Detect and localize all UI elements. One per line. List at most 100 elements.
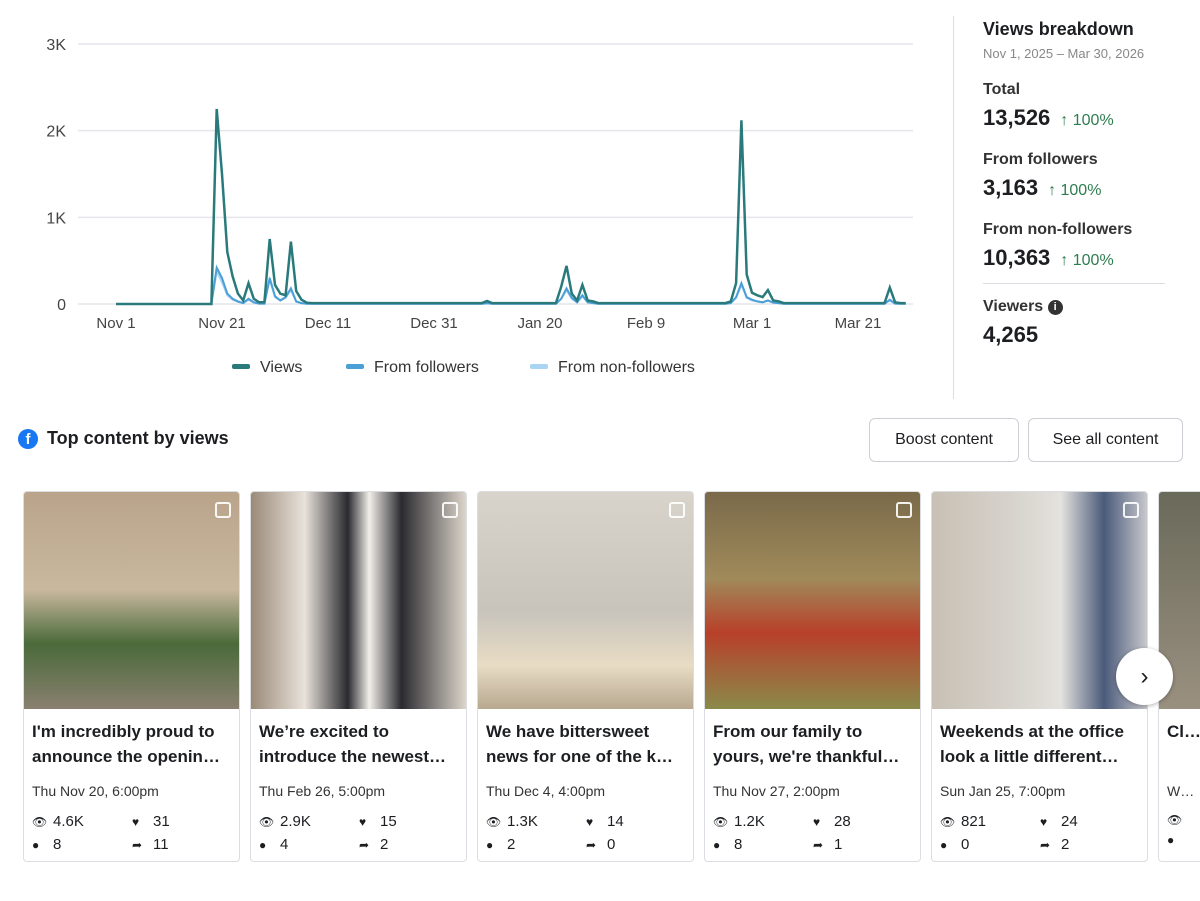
comments-count: 0 (961, 836, 970, 853)
heart-icon: ♥ (813, 814, 821, 829)
y-tick-label: 3K (46, 37, 66, 54)
share-icon: ➦ (586, 837, 597, 852)
multi-photo-icon (215, 502, 231, 518)
eye-icon: 👁 (940, 814, 956, 829)
post-date: Thu Dec 4, 4:00pm (486, 783, 606, 799)
divider (983, 283, 1165, 284)
y-tick-label: 2K (46, 124, 66, 141)
post-date: W… (1167, 783, 1195, 799)
views-count: 821 (961, 813, 987, 830)
comment-icon: ● (486, 837, 494, 852)
top-content-title: Top content by views (47, 428, 229, 448)
content-carousel: I'm incredibly proud to announce the ope… (23, 491, 1200, 863)
views-count: 1.2K (734, 813, 765, 830)
share-icon: ➦ (1040, 837, 1051, 852)
multi-photo-icon (896, 502, 912, 518)
content-card[interactable]: I'm incredibly proud to announce the ope… (23, 491, 240, 862)
post-thumbnail[interactable] (478, 492, 693, 709)
comments-count: 4 (280, 836, 289, 853)
x-tick-label: Jan 20 (517, 315, 562, 332)
heart-icon: ♥ (586, 814, 594, 829)
views-breakdown-panel: Views breakdown Nov 1, 2025 – Mar 30, 20… (953, 16, 1165, 399)
comment-icon: ● (32, 837, 40, 852)
total-label: Total (983, 81, 1021, 98)
reactions-count: 28 (834, 813, 851, 830)
legend-label[interactable]: Views (260, 359, 302, 376)
eye-icon: 👁 (713, 814, 729, 829)
views-count: 4.6K (53, 813, 84, 830)
content-card[interactable]: From our family to yours, we're thankful… (704, 491, 921, 862)
x-tick-label: Feb 9 (627, 315, 665, 332)
legend-label[interactable]: From non-followers (558, 359, 695, 376)
shares-count: 0 (607, 836, 616, 853)
content-card[interactable]: We have bittersweet news for one of the … (477, 491, 694, 862)
heart-icon: ♥ (1040, 814, 1048, 829)
legend-swatch (232, 364, 250, 369)
info-icon[interactable]: i (1047, 300, 1063, 315)
comment-icon: ● (713, 837, 721, 852)
share-icon: ➦ (132, 837, 143, 852)
comment-icon: ● (259, 837, 267, 852)
post-title: We’re excited to introduce the newest… (259, 722, 447, 766)
x-tick-label: Mar 21 (835, 315, 882, 332)
post-thumbnail[interactable] (932, 492, 1147, 709)
facebook-icon: f (18, 428, 38, 449)
nonfollowers-value: 10,363 (983, 245, 1051, 270)
total-change: ↑ 100% (1060, 112, 1114, 129)
see-all-content-button[interactable]: See all content (1028, 418, 1183, 462)
post-date: Thu Feb 26, 5:00pm (259, 783, 386, 799)
legend-swatch (530, 364, 548, 369)
y-tick-label: 0 (57, 297, 66, 314)
nonfollowers-label: From non-followers (983, 221, 1133, 238)
post-title: From our family to yours, we're thankful… (713, 722, 900, 766)
chevron-right-icon[interactable]: › (1116, 648, 1173, 705)
post-thumbnail[interactable] (705, 492, 920, 709)
post-date: Thu Nov 20, 6:00pm (32, 783, 159, 799)
followers-value: 3,163 (983, 175, 1039, 200)
content-card[interactable]: We’re excited to introduce the newest… T… (250, 491, 467, 862)
y-tick-label: 1K (46, 210, 66, 227)
nonfollowers-change: ↑ 100% (1060, 252, 1114, 269)
heart-icon: ♥ (359, 814, 367, 829)
share-icon: ➦ (359, 837, 370, 852)
post-date: Thu Nov 27, 2:00pm (713, 783, 840, 799)
post-thumbnail[interactable] (24, 492, 239, 709)
followers-change: ↑ 100% (1048, 182, 1102, 199)
share-icon: ➦ (813, 837, 824, 852)
comments-count: 8 (734, 836, 743, 853)
views-count: 1.3K (507, 813, 538, 830)
post-date: Sun Jan 25, 7:00pm (940, 783, 1066, 799)
x-tick-label: Nov 1 (96, 315, 135, 332)
total-value: 13,526 (983, 105, 1051, 130)
eye-icon: 👁 (486, 814, 502, 829)
heart-icon: ♥ (132, 814, 140, 829)
legend-label[interactable]: From followers (374, 359, 479, 376)
shares-count: 11 (153, 836, 169, 853)
comment-icon: ● (940, 837, 948, 852)
post-title: Weekends at the office look a little dif… (940, 722, 1124, 766)
breakdown-title: Views breakdown (983, 19, 1134, 39)
x-tick-label: Dec 11 (305, 315, 351, 332)
reactions-count: 15 (380, 813, 397, 830)
views-count: 2.9K (280, 813, 311, 830)
comment-icon: ● (1167, 833, 1175, 847)
viewers-label: Viewers (983, 298, 1044, 315)
viewers-value: 4,265 (983, 322, 1039, 347)
eye-icon: 👁 (32, 814, 48, 829)
series-line-views (116, 108, 906, 306)
x-tick-label: Mar 1 (733, 315, 771, 332)
boost-content-button[interactable]: Boost content (869, 418, 1019, 462)
x-tick-label: Dec 31 (410, 315, 458, 332)
multi-photo-icon (669, 502, 685, 518)
legend-swatch (346, 364, 364, 369)
shares-count: 2 (380, 836, 389, 853)
views-line-chart: 0 1K 2K 3K Nov 1 Nov 21 Dec 11 Dec 31 Jan 20 Feb … (46, 37, 913, 376)
reactions-count: 24 (1061, 813, 1078, 830)
post-title: We have bittersweet news for one of the … (486, 722, 674, 766)
shares-count: 2 (1061, 836, 1070, 853)
post-thumbnail[interactable] (251, 492, 466, 709)
multi-photo-icon (1123, 502, 1139, 518)
shares-count: 1 (834, 836, 843, 853)
reactions-count: 14 (607, 813, 624, 830)
top-content-header: f Top content by views (18, 428, 229, 449)
